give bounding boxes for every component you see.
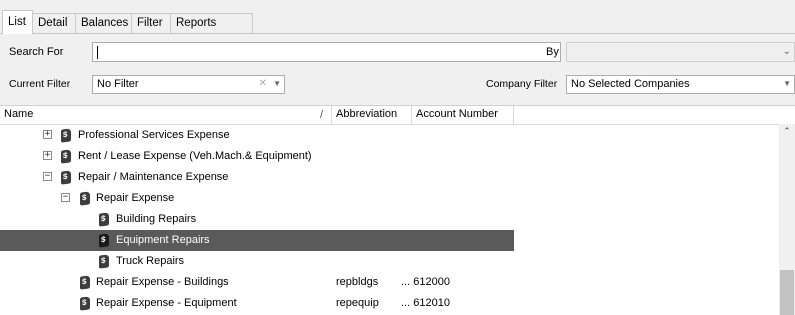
row-name: Repair Expense <box>96 192 175 204</box>
tab-filter[interactable]: Filter <box>131 13 171 33</box>
chevron-down-icon: ⌄ <box>782 46 791 57</box>
row-name: Truck Repairs <box>116 255 185 267</box>
tree-row[interactable]: Building Repairs <box>0 209 514 230</box>
row-account-number: ... 612000 <box>401 276 450 288</box>
search-input[interactable] <box>92 42 561 62</box>
account-icon <box>80 191 90 206</box>
grid-header: Name / Abbreviation Account Number <box>0 106 795 125</box>
row-name: Repair Expense - Buildings <box>96 276 229 288</box>
row-abbreviation: repequip <box>336 297 379 309</box>
by-select[interactable]: ⌄ <box>566 42 795 62</box>
tree-row[interactable]: + Rent / Lease Expense (Veh.Mach.& Equip… <box>0 146 514 167</box>
account-icon <box>80 275 90 290</box>
row-abbreviation: repbldgs <box>336 276 379 288</box>
current-filter-label: Current Filter <box>9 78 71 90</box>
tree-row[interactable]: − Repair / Maintenance Expense <box>0 167 514 188</box>
row-name: Repair Expense - Equipment <box>96 297 237 309</box>
tab-list[interactable]: List <box>2 10 33 34</box>
company-filter-value: No Selected Companies <box>571 78 690 90</box>
row-name: Professional Services Expense <box>78 129 230 141</box>
row-name: Rent / Lease Expense (Veh.Mach.& Equipme… <box>78 150 312 162</box>
expand-icon[interactable]: + <box>43 130 52 139</box>
scrollbar-thumb[interactable] <box>780 270 794 315</box>
current-filter-select[interactable]: No Filter ✕ ▼ <box>92 75 285 94</box>
list-panel: Search For By ⌄ Current Filter No Filter… <box>0 34 795 315</box>
dropdown-arrow-icon: ▼ <box>783 79 791 88</box>
tab-balances[interactable]: Balances <box>75 13 132 33</box>
by-label: By <box>546 46 559 58</box>
scroll-up-icon[interactable]: ⌃ <box>782 126 792 136</box>
clear-icon[interactable]: ✕ <box>259 78 267 89</box>
account-icon <box>61 170 71 185</box>
tab-detail[interactable]: Detail <box>32 13 76 33</box>
vertical-scrollbar[interactable]: ⌃ <box>779 124 795 315</box>
account-icon <box>61 149 71 164</box>
account-icon <box>99 233 109 248</box>
dropdown-arrow-icon: ▼ <box>273 79 281 88</box>
row-name: Repair / Maintenance Expense <box>78 171 229 183</box>
text-caret <box>97 46 98 59</box>
column-header-name[interactable]: Name / <box>0 106 332 124</box>
tree-row[interactable]: Repair Expense - Equipment repequip ... … <box>0 293 514 314</box>
expand-icon[interactable]: + <box>43 151 52 160</box>
column-header-name-label: Name <box>4 108 34 120</box>
column-header-account-number[interactable]: Account Number <box>412 106 514 124</box>
company-filter-select[interactable]: No Selected Companies ▼ <box>566 75 795 94</box>
account-icon <box>80 296 90 311</box>
account-icon <box>99 212 109 227</box>
row-name: Building Repairs <box>116 213 197 225</box>
account-icon <box>99 254 109 269</box>
tree-row[interactable]: Truck Repairs <box>0 251 514 272</box>
company-filter-label: Company Filter <box>486 78 558 90</box>
collapse-icon[interactable]: − <box>61 193 70 202</box>
sort-indicator-icon: / <box>320 109 324 121</box>
column-header-abbreviation[interactable]: Abbreviation <box>332 106 412 124</box>
tree-row[interactable]: − Repair Expense <box>0 188 514 209</box>
tree-row-selected[interactable]: Equipment Repairs <box>0 230 514 251</box>
tab-strip: List Detail Balances Filter Reports <box>0 0 795 34</box>
tree-row[interactable]: Repair Expense - Buildings repbldgs ... … <box>0 272 514 293</box>
search-label: Search For <box>9 46 64 58</box>
tree-row[interactable]: + Professional Services Expense <box>0 125 514 146</box>
accounts-grid: Name / Abbreviation Account Number + Pro… <box>0 105 795 315</box>
row-account-number: ... 612010 <box>401 297 450 309</box>
account-icon <box>61 128 71 143</box>
tab-reports[interactable]: Reports <box>170 13 253 33</box>
current-filter-value: No Filter <box>97 78 139 90</box>
collapse-icon[interactable]: − <box>43 172 52 181</box>
row-name: Equipment Repairs <box>116 234 210 246</box>
